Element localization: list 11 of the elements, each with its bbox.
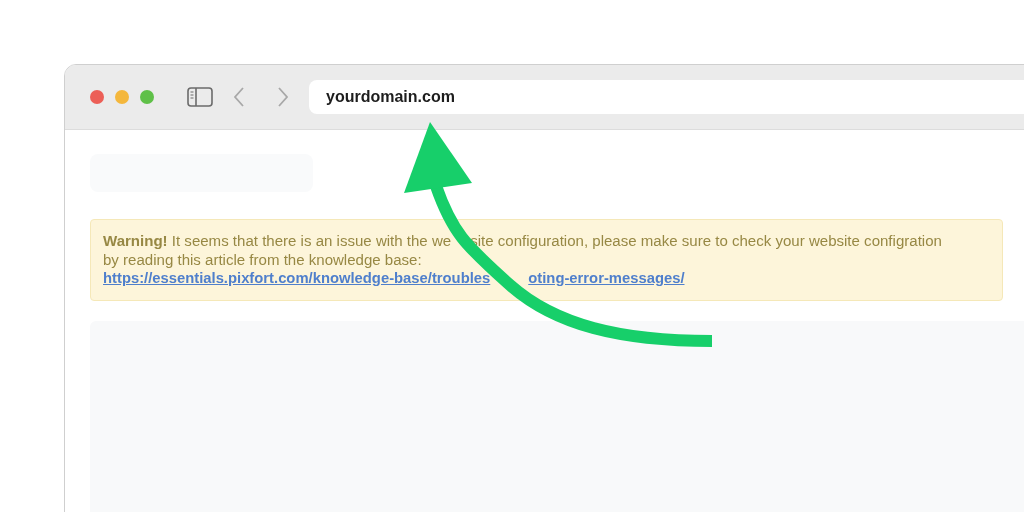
window-control-dot[interactable] (140, 90, 154, 104)
warning-text: Warning! It seems that there is an issue with the we (103, 231, 452, 250)
article-link[interactable]: https://essentials.pixfort.com/knowledge-base/troubles (103, 269, 491, 288)
article-link[interactable]: oting-error-messages/ (528, 269, 685, 288)
forward-icon[interactable] (277, 86, 289, 108)
window-control-dot[interactable] (90, 90, 104, 104)
window-control-dot[interactable] (115, 90, 129, 104)
warning-text: by reading this article from the knowledge base: (103, 250, 422, 269)
sidebar-icon[interactable] (187, 87, 213, 107)
back-icon[interactable] (233, 86, 245, 108)
address-bar[interactable]: yourdomain.com (309, 80, 1024, 114)
